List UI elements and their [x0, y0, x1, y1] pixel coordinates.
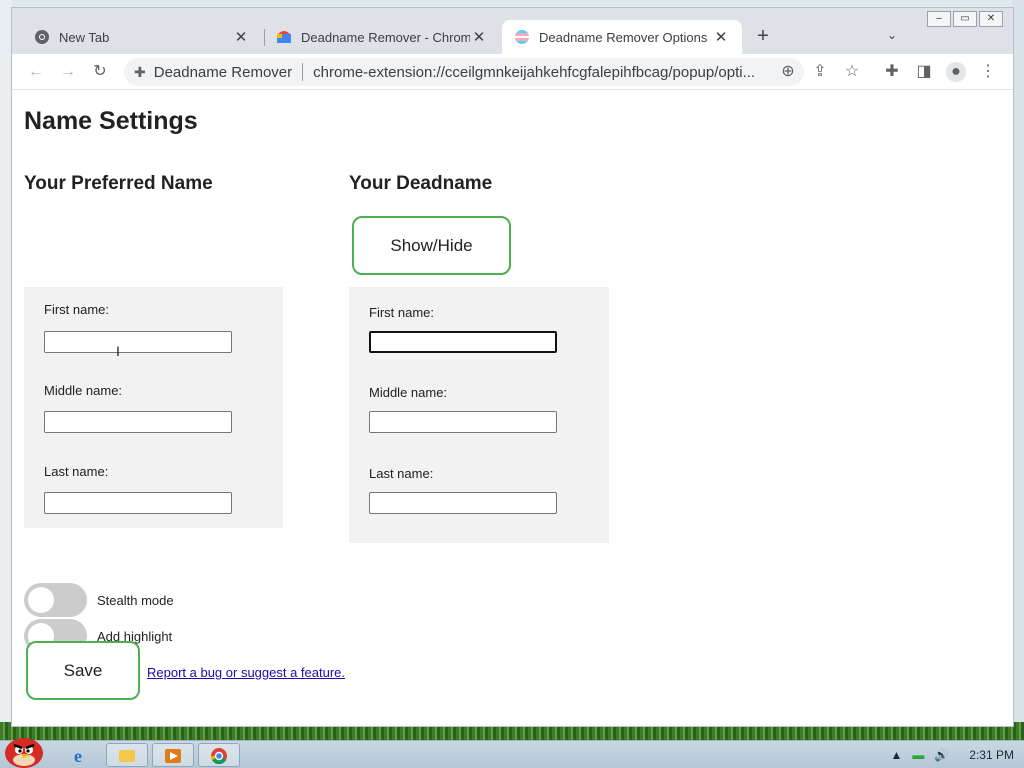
show-hide-button[interactable]: Show/Hide [352, 216, 511, 275]
preferred-middle-name-input[interactable] [44, 411, 232, 433]
trans-flag-icon [515, 30, 529, 44]
zoom-icon[interactable]: ⊕ [778, 62, 798, 82]
text-cursor-icon: I [116, 343, 120, 359]
preferred-last-name-input[interactable] [44, 492, 232, 514]
chrome-taskbar-icon[interactable] [198, 743, 240, 767]
preferred-middle-label: Middle name: [44, 383, 123, 398]
start-button-angry-bird-icon[interactable] [2, 731, 46, 768]
extension-name: Deadname Remover [153, 63, 293, 81]
minimize-button[interactable]: – [927, 11, 951, 27]
deadname-last-label: Last name: [369, 466, 434, 481]
show-hidden-icons-icon[interactable]: ▲ [890, 748, 902, 762]
ie-taskbar-icon[interactable]: e [62, 743, 102, 767]
tab-strip: – ▭ ✕ New Tab ✕ Deadname Remover - Chrom… [12, 8, 1013, 54]
media-player-taskbar-icon[interactable] [152, 743, 194, 767]
tab-deadname-remover-options[interactable]: Deadname Remover Options ✕ [502, 20, 742, 54]
omnibox-divider [302, 63, 304, 81]
web-store-icon [277, 31, 291, 43]
back-arrow-icon[interactable]: ← [26, 62, 46, 82]
stealth-mode-label: Stealth mode [97, 592, 174, 608]
puzzle-piece-icon: ✚ [134, 63, 146, 80]
page-title: Name Settings [24, 107, 198, 135]
profile-avatar-icon[interactable]: ● [946, 62, 966, 82]
deadname-heading: Your Deadname [349, 173, 493, 194]
deadname-middle-label: Middle name: [369, 385, 448, 400]
tab-title: Deadname Remover - Chrome [301, 29, 470, 45]
preferred-name-heading: Your Preferred Name [24, 173, 213, 194]
window-controls: – ▭ ✕ [927, 11, 1003, 27]
toggle-knob [28, 587, 54, 613]
preferred-name-panel: First name: Middle name: Last name: [24, 287, 283, 528]
deadname-last-name-input[interactable] [369, 492, 557, 514]
taskbar: e ▲ ▬ 🔊 2:31 PM [0, 738, 1024, 768]
address-bar[interactable]: ✚ Deadname Remover chrome-extension://cc… [124, 58, 804, 86]
side-panel-icon[interactable]: ◨ [914, 62, 934, 82]
menu-kebab-icon[interactable]: ⋮ [978, 62, 998, 82]
preferred-last-label: Last name: [44, 464, 109, 479]
deadname-first-label: First name: [369, 305, 435, 320]
stealth-mode-row: Stealth mode [24, 583, 174, 617]
share-icon[interactable]: ⇪ [810, 62, 830, 82]
forward-arrow-icon[interactable]: → [58, 62, 78, 82]
restore-button[interactable]: ▭ [953, 11, 977, 27]
chrome-icon [35, 30, 49, 44]
tab-new-tab[interactable]: New Tab ✕ [22, 20, 262, 54]
clock[interactable]: 2:31 PM [969, 748, 1014, 762]
svg-text:e: e [74, 746, 82, 766]
stealth-mode-toggle[interactable] [24, 583, 87, 617]
close-tab-icon[interactable]: ✕ [470, 28, 488, 46]
deadname-first-name-input[interactable] [369, 331, 557, 353]
close-window-button[interactable]: ✕ [979, 11, 1003, 27]
deadname-panel: First name: Middle name: Last name: [349, 287, 609, 543]
volume-icon[interactable]: 🔊 [934, 748, 949, 762]
new-tab-button[interactable]: + [752, 25, 774, 48]
close-tab-icon[interactable]: ✕ [232, 28, 250, 46]
extensions-puzzle-icon[interactable]: ✚ [882, 62, 902, 82]
deadname-middle-name-input[interactable] [369, 411, 557, 433]
preferred-first-label: First name: [44, 302, 110, 317]
reload-icon[interactable]: ↻ [90, 62, 110, 82]
url-text: chrome-extension://cceilgmnkeijahkehfcgf… [313, 63, 756, 81]
bookmark-star-icon[interactable]: ☆ [842, 62, 862, 82]
browser-window: – ▭ ✕ New Tab ✕ Deadname Remover - Chrom… [11, 7, 1014, 727]
save-button[interactable]: Save [26, 641, 140, 700]
system-tray: ▲ ▬ 🔊 2:31 PM [890, 741, 1024, 768]
tab-search-chevron-icon[interactable]: ⌄ [887, 28, 897, 42]
browser-toolbar: ← → ↻ ✚ Deadname Remover chrome-extensio… [12, 54, 1013, 90]
preferred-first-name-input[interactable] [44, 331, 232, 353]
close-tab-icon[interactable]: ✕ [712, 28, 730, 46]
tab-title: New Tab [59, 29, 110, 45]
explorer-taskbar-icon[interactable] [106, 743, 148, 767]
options-page: Name Settings Your Preferred Name Your D… [12, 91, 1013, 726]
network-icon[interactable]: ▬ [912, 748, 924, 762]
tab-title: Deadname Remover Options [539, 29, 708, 45]
tab-deadname-remover-store[interactable]: Deadname Remover - Chrome ✕ [264, 20, 500, 54]
report-bug-link[interactable]: Report a bug or suggest a feature. [147, 665, 345, 680]
